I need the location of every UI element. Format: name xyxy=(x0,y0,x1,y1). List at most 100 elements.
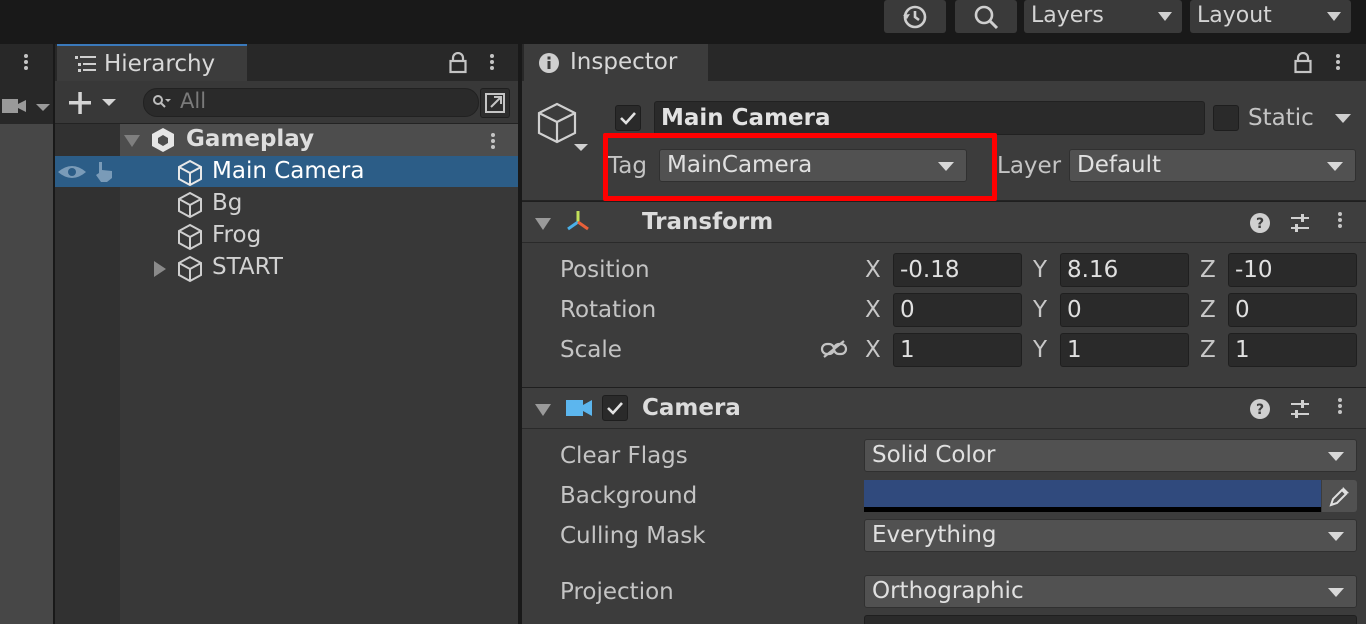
active-checkbox[interactable] xyxy=(615,105,641,131)
rotation-x-field[interactable]: 0 xyxy=(893,293,1022,327)
rotation-label: Rotation xyxy=(560,297,657,323)
layer-dropdown[interactable]: Default xyxy=(1069,149,1356,182)
camera-enabled-checkbox[interactable] xyxy=(602,395,628,421)
component-menu-icon[interactable] xyxy=(1338,396,1342,416)
axis-x-label: X xyxy=(865,297,881,323)
hierarchy-item-bg[interactable]: Bg xyxy=(120,188,518,220)
gameobject-icon-selector[interactable] xyxy=(535,102,593,156)
position-x-field[interactable]: -0.18 xyxy=(893,253,1022,287)
chevron-down-icon xyxy=(1327,162,1343,171)
chevron-down-icon xyxy=(1328,452,1344,461)
search-icon xyxy=(972,3,1000,31)
scale-y-field[interactable]: 1 xyxy=(1060,333,1189,367)
scene-visibility-button[interactable] xyxy=(480,88,510,118)
static-checkbox[interactable] xyxy=(1213,105,1239,131)
object-name-field[interactable]: Main Camera xyxy=(654,101,1205,135)
help-icon[interactable]: ? xyxy=(1249,212,1271,234)
static-dropdown[interactable] xyxy=(1334,113,1352,125)
layers-dropdown[interactable]: Layers xyxy=(1024,0,1182,33)
axis-y-label: Y xyxy=(1033,337,1048,363)
axis-z-label: Z xyxy=(1200,257,1216,283)
layout-dropdown[interactable]: Layout xyxy=(1190,0,1351,33)
preset-sliders-icon[interactable] xyxy=(1289,212,1311,234)
transform-icon xyxy=(564,209,592,235)
chevron-down-icon xyxy=(1327,12,1341,21)
culling-mask-value: Everything xyxy=(872,522,997,548)
component-menu-icon[interactable] xyxy=(1338,210,1342,230)
checkmark-icon xyxy=(620,112,636,125)
layers-label: Layers xyxy=(1031,3,1104,28)
hierarchy-item-main-camera[interactable]: Main Camera xyxy=(55,156,518,187)
chevron-down-icon xyxy=(1158,12,1172,21)
static-label: Static xyxy=(1248,105,1314,131)
clear-flags-dropdown[interactable]: Solid Color xyxy=(864,439,1357,472)
lock-icon[interactable] xyxy=(1294,52,1312,74)
background-label: Background xyxy=(560,483,698,509)
hierarchy-gutter xyxy=(55,124,120,624)
constrain-proportions-link-icon[interactable] xyxy=(820,339,848,359)
camera-header[interactable]: Camera ? xyxy=(522,387,1366,429)
chevron-down-icon xyxy=(1328,532,1344,541)
gameobject-cube-icon xyxy=(176,159,204,187)
rotation-y-field[interactable]: 0 xyxy=(1060,293,1189,327)
transform-header[interactable]: Transform ? xyxy=(522,201,1366,243)
chevron-down-icon xyxy=(1328,588,1344,597)
background-color-swatch[interactable] xyxy=(864,480,1321,512)
axis-x-label: X xyxy=(865,337,881,363)
tab-inspector[interactable]: Inspector xyxy=(524,44,708,81)
lock-icon[interactable] xyxy=(449,52,467,74)
tab-hierarchy[interactable]: Hierarchy xyxy=(57,44,247,81)
svg-text:?: ? xyxy=(1256,402,1264,418)
position-y-field[interactable]: 8.16 xyxy=(1060,253,1189,287)
camera-icon xyxy=(565,399,593,417)
axis-y-label: Y xyxy=(1033,297,1048,323)
scene-menu-icon[interactable] xyxy=(24,52,28,72)
projection-value: Orthographic xyxy=(872,578,1024,604)
scale-z-field[interactable]: 1 xyxy=(1228,333,1357,367)
layout-label: Layout xyxy=(1197,3,1272,28)
visibility-eye-icon[interactable] xyxy=(57,163,87,181)
culling-mask-dropdown[interactable]: Everything xyxy=(864,519,1357,552)
size-field[interactable] xyxy=(864,615,1357,624)
scene-row-gameplay[interactable]: Gameplay xyxy=(120,124,518,156)
hierarchy-item-start[interactable]: START xyxy=(120,252,518,284)
axis-y-label: Y xyxy=(1033,257,1048,283)
search-filter-icon xyxy=(152,94,172,110)
projection-label: Projection xyxy=(560,579,674,605)
help-icon[interactable]: ? xyxy=(1249,398,1271,420)
transform-title: Transform xyxy=(642,209,774,235)
camera-title: Camera xyxy=(642,395,741,421)
hierarchy-item-label: START xyxy=(212,254,283,280)
tag-highlight-box xyxy=(603,133,997,201)
preset-sliders-icon[interactable] xyxy=(1289,398,1311,420)
foldout-down-icon xyxy=(534,217,552,231)
projection-dropdown[interactable]: Orthographic xyxy=(864,575,1357,608)
eyedropper-button[interactable] xyxy=(1322,480,1357,512)
position-z-field[interactable]: -10 xyxy=(1228,253,1357,287)
scale-x-field[interactable]: 1 xyxy=(893,333,1022,367)
scene-view[interactable] xyxy=(0,124,53,624)
hierarchy-item-frog[interactable]: Frog xyxy=(120,220,518,252)
scene-name: Gameplay xyxy=(186,126,315,152)
pickable-hand-icon[interactable] xyxy=(93,160,117,184)
position-label: Position xyxy=(560,257,650,283)
expand-right-icon[interactable] xyxy=(153,260,167,278)
rotation-z-field[interactable]: 0 xyxy=(1228,293,1357,327)
culling-mask-label: Culling Mask xyxy=(560,523,706,549)
hierarchy-menu-icon[interactable] xyxy=(490,52,494,72)
scene-menu-icon[interactable] xyxy=(491,131,495,151)
add-button[interactable] xyxy=(67,90,121,116)
gameobject-cube-icon xyxy=(176,223,204,251)
history-button[interactable] xyxy=(884,0,946,33)
inspector-tab-label: Inspector xyxy=(570,49,678,75)
svg-text:?: ? xyxy=(1256,216,1264,232)
unity-scene-icon xyxy=(150,127,176,153)
foldout-down-icon xyxy=(534,403,552,417)
layer-value: Default xyxy=(1077,152,1162,178)
camera-mode-icon[interactable] xyxy=(0,96,52,118)
expand-down-icon xyxy=(123,134,141,148)
search-button[interactable] xyxy=(955,0,1017,33)
hierarchy-item-label: Frog xyxy=(212,222,262,248)
inspector-menu-icon[interactable] xyxy=(1336,52,1340,72)
gameobject-cube-icon xyxy=(176,191,204,219)
